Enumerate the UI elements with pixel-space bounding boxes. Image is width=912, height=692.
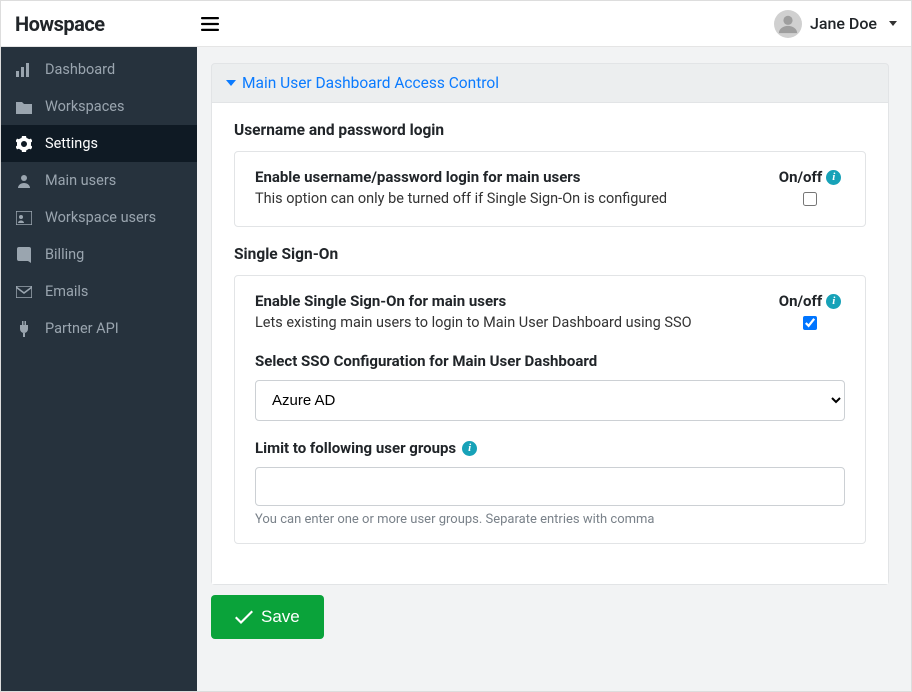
logo: Howspace xyxy=(15,12,195,36)
sidebar-item-workspace-users[interactable]: Workspace users xyxy=(1,199,197,236)
user-card-icon xyxy=(15,211,33,225)
avatar xyxy=(774,10,802,38)
sso-groups-hint: You can enter one or more user groups. S… xyxy=(255,512,845,527)
book-icon xyxy=(15,247,33,263)
userpass-enable-desc: This option can only be turned off if Si… xyxy=(255,190,763,207)
sso-groups-label: Limit to following user groups xyxy=(255,439,456,457)
sso-config-select[interactable]: Azure AD xyxy=(255,380,845,421)
caret-down-icon xyxy=(889,21,897,26)
user-icon xyxy=(15,173,33,189)
sso-card: Enable Single Sign-On for main users Let… xyxy=(234,275,866,544)
sso-groups-input[interactable] xyxy=(255,467,845,506)
sidebar-item-dashboard[interactable]: Dashboard xyxy=(1,51,197,88)
save-button-label: Save xyxy=(261,607,300,627)
sidebar-item-main-users[interactable]: Main users xyxy=(1,162,197,199)
user-name: Jane Doe xyxy=(810,14,877,33)
sidebar-item-label: Partner API xyxy=(45,320,119,337)
caret-down-icon xyxy=(226,80,236,86)
sidebar-item-label: Dashboard xyxy=(45,61,115,78)
sidebar-item-label: Billing xyxy=(45,246,84,263)
user-menu[interactable]: Jane Doe xyxy=(774,10,897,38)
main-content: Main User Dashboard Access Control Usern… xyxy=(197,47,911,691)
section-heading-sso: Single Sign-On xyxy=(234,245,866,263)
sso-enable-label: Enable Single Sign-On for main users xyxy=(255,292,763,310)
sidebar: Dashboard Workspaces Settings Main users… xyxy=(1,47,197,691)
info-icon[interactable]: i xyxy=(462,441,477,456)
panel-header[interactable]: Main User Dashboard Access Control xyxy=(212,64,888,103)
sso-enable-checkbox[interactable] xyxy=(803,316,817,330)
app-header: Howspace Jane Doe xyxy=(1,1,911,47)
chart-icon xyxy=(15,63,33,77)
sidebar-item-label: Settings xyxy=(45,135,98,152)
folder-icon xyxy=(15,100,33,114)
sso-config-label: Select SSO Configuration for Main User D… xyxy=(255,352,845,370)
gear-icon xyxy=(15,136,33,152)
onoff-label: On/off xyxy=(779,168,823,186)
sidebar-item-label: Workspace users xyxy=(45,209,156,226)
userpass-enable-label: Enable username/password login for main … xyxy=(255,168,763,186)
sso-enable-desc: Lets existing main users to login to Mai… xyxy=(255,314,763,331)
info-icon[interactable]: i xyxy=(826,294,841,309)
access-control-panel: Main User Dashboard Access Control Usern… xyxy=(211,63,889,585)
userpass-enable-checkbox[interactable] xyxy=(803,192,817,206)
onoff-label: On/off xyxy=(779,292,823,310)
check-icon xyxy=(235,610,253,624)
userpass-card: Enable username/password login for main … xyxy=(234,151,866,227)
sidebar-item-settings[interactable]: Settings xyxy=(1,125,197,162)
save-button[interactable]: Save xyxy=(211,595,324,639)
sidebar-item-partner-api[interactable]: Partner API xyxy=(1,310,197,347)
hamburger-icon xyxy=(201,17,219,31)
sidebar-item-label: Emails xyxy=(45,283,88,300)
envelope-icon xyxy=(15,286,33,298)
menu-toggle[interactable] xyxy=(195,11,225,37)
info-icon[interactable]: i xyxy=(826,170,841,185)
sidebar-item-emails[interactable]: Emails xyxy=(1,273,197,310)
sidebar-item-label: Workspaces xyxy=(45,98,124,115)
sidebar-item-billing[interactable]: Billing xyxy=(1,236,197,273)
panel-title: Main User Dashboard Access Control xyxy=(242,74,499,92)
plug-icon xyxy=(15,321,33,337)
section-heading-userpass: Username and password login xyxy=(234,121,866,139)
sidebar-item-workspaces[interactable]: Workspaces xyxy=(1,88,197,125)
sidebar-item-label: Main users xyxy=(45,172,116,189)
